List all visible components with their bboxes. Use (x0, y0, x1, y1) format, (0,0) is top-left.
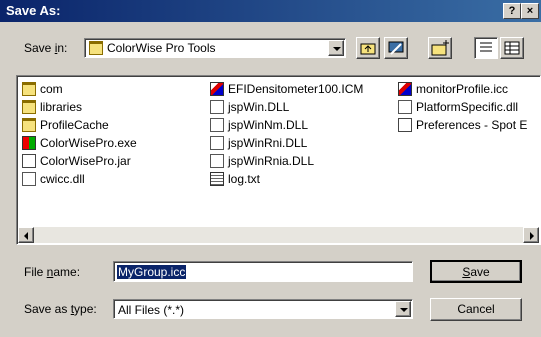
window-title: Save As: (6, 3, 61, 18)
save-as-type-value: All Files (*.*) (118, 303, 185, 317)
up-one-level-button[interactable] (356, 37, 380, 59)
title-bar: Save As: ? × (0, 0, 541, 22)
dll-icon (210, 100, 224, 114)
list-item[interactable]: jspWinRnia.DLL (210, 153, 314, 169)
save-as-type-dropdown[interactable]: All Files (*.*) (113, 299, 413, 319)
folder-icon (22, 100, 36, 114)
new-folder-icon (431, 40, 449, 56)
folder-icon (22, 82, 36, 96)
list-item[interactable]: log.txt (210, 171, 260, 187)
details-view-icon (504, 41, 520, 55)
chevron-down-icon[interactable] (395, 301, 411, 317)
list-item[interactable]: ColorWisePro.exe (22, 135, 137, 151)
dll-icon (210, 118, 224, 132)
list-view-icon (480, 42, 492, 52)
scroll-right-button[interactable] (523, 227, 539, 243)
save-in-value: ColorWise Pro Tools (107, 41, 216, 55)
save-button[interactable]: Save (430, 260, 522, 283)
desktop-button[interactable] (384, 37, 408, 59)
dll-icon (210, 154, 224, 168)
save-as-type-label: Save as type: (24, 302, 97, 316)
list-item[interactable]: monitorProfile.icc (398, 81, 508, 97)
folder-icon (89, 41, 103, 55)
cancel-button[interactable]: Cancel (430, 298, 522, 321)
list-item[interactable]: ColorWisePro.jar (22, 153, 131, 169)
file-name-input[interactable]: MyGroup.icc (113, 261, 413, 282)
list-item[interactable]: Preferences - Spot E (398, 117, 527, 133)
txt-icon (210, 172, 224, 186)
list-item[interactable]: PlatformSpecific.dll (398, 99, 518, 115)
horizontal-scrollbar[interactable] (18, 227, 539, 243)
icm-icon (398, 82, 412, 96)
file-name-label: File name: (24, 265, 81, 279)
help-button[interactable]: ? (503, 3, 521, 19)
dll-icon (210, 136, 224, 150)
file-list[interactable]: com libraries ProfileCache ColorWisePro.… (16, 75, 541, 245)
list-item[interactable]: jspWin.DLL (210, 99, 289, 115)
save-in-dropdown[interactable]: ColorWise Pro Tools (84, 38, 346, 58)
list-item[interactable]: jspWinNm.DLL (210, 117, 308, 133)
list-item[interactable]: jspWinRni.DLL (210, 135, 307, 151)
new-folder-button[interactable] (428, 37, 452, 59)
dll-icon (398, 100, 412, 114)
close-button[interactable]: × (521, 3, 539, 19)
folder-icon (22, 118, 36, 132)
list-item[interactable]: cwicc.dll (22, 171, 85, 187)
dll-icon (22, 172, 36, 186)
details-view-button[interactable] (500, 37, 524, 59)
chevron-down-icon[interactable] (328, 40, 344, 56)
up-folder-icon (360, 43, 376, 55)
list-item[interactable]: EFIDensitometer100.ICM (210, 81, 363, 97)
desktop-icon (388, 41, 404, 55)
save-in-label: Save in: (24, 41, 68, 55)
exe-icon (22, 136, 36, 150)
list-item[interactable]: ProfileCache (22, 117, 109, 133)
list-item[interactable]: libraries (22, 99, 82, 115)
list-item[interactable]: com (22, 81, 63, 97)
jar-icon (398, 118, 412, 132)
jar-icon (22, 154, 36, 168)
scroll-left-button[interactable] (18, 227, 34, 243)
icm-icon (210, 82, 224, 96)
list-view-button[interactable] (474, 37, 498, 59)
